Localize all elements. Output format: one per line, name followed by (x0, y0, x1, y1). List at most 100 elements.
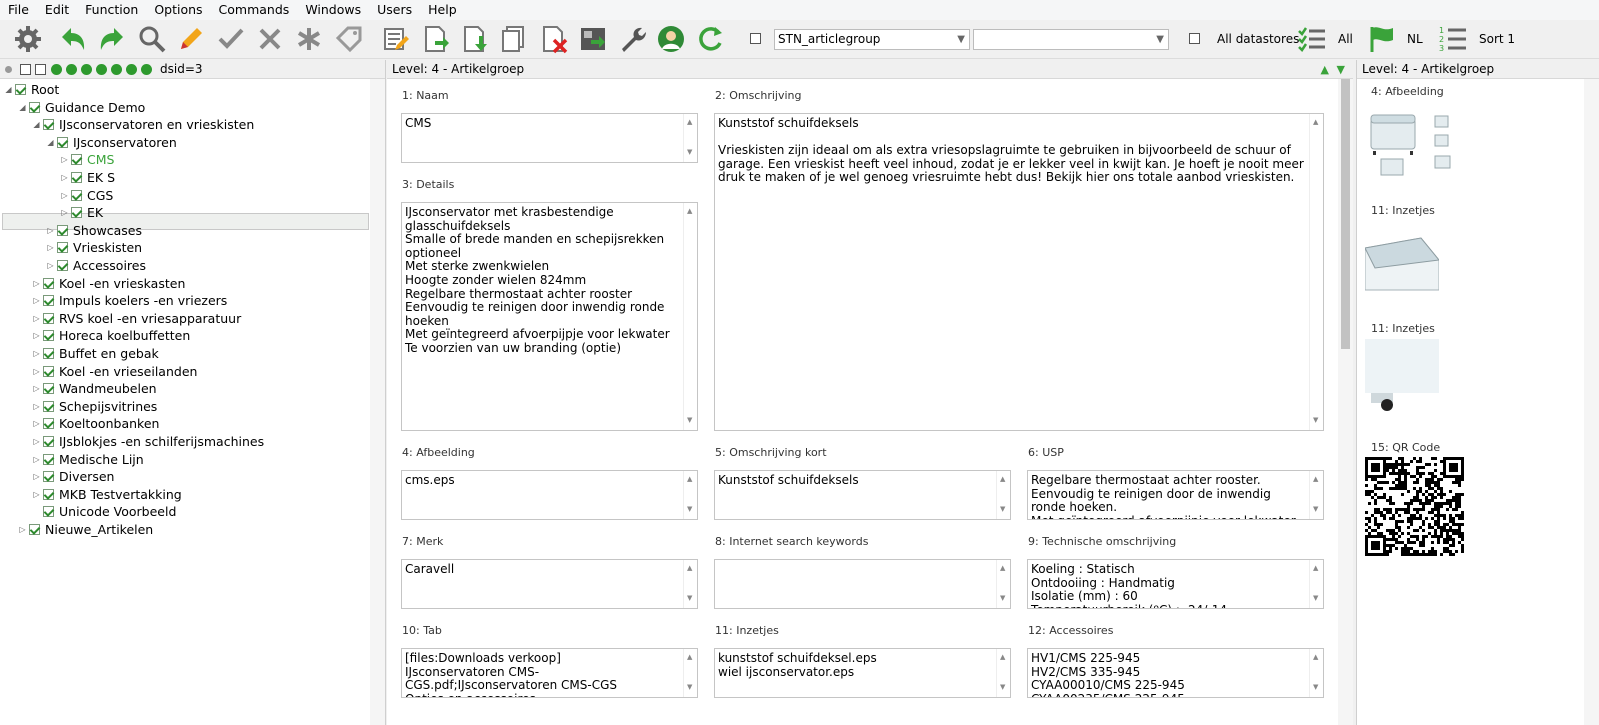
tree-node-schepijsvitrines[interactable]: ▷ Schepijsvitrines (32, 398, 157, 415)
details-field[interactable]: IJsconservator met krasbestendige glassc… (401, 202, 698, 431)
settings-gear-icon[interactable] (12, 23, 44, 55)
expand-arrow-icon[interactable]: ▷ (32, 349, 41, 358)
expand-arrow-icon[interactable]: ▷ (46, 261, 55, 270)
collapse-arrow-icon[interactable]: ◢ (32, 120, 41, 129)
user-avatar-icon[interactable] (655, 23, 687, 55)
tree-checkbox[interactable] (43, 418, 54, 430)
tree-checkbox[interactable] (71, 154, 82, 166)
collapse-arrow-icon[interactable]: ◢ (4, 85, 13, 94)
language-flag-icon[interactable] (1366, 23, 1398, 55)
tree-scrollbar[interactable] (370, 79, 385, 725)
tree-checkbox[interactable] (43, 436, 54, 447)
toolbar-checkbox[interactable] (750, 33, 761, 44)
tree-node-buffet-en-gebak[interactable]: ▷ Buffet en gebak (32, 345, 158, 362)
next-icon[interactable] (141, 64, 152, 75)
tree-node-ek-s[interactable]: ▷ EK S (60, 169, 115, 186)
insert-document-icon[interactable] (459, 23, 491, 55)
tree-node-ijsconservatoren[interactable]: ◢ IJsconservatoren (46, 134, 176, 151)
edit-list-icon[interactable] (380, 23, 412, 55)
help-icon[interactable] (66, 64, 77, 75)
tree-checkbox[interactable] (43, 400, 54, 412)
cancel-x-icon[interactable] (254, 23, 286, 55)
expand-arrow-icon[interactable]: ▷ (32, 402, 41, 411)
menu-function[interactable]: Function (77, 0, 146, 20)
all-datastores-checkbox[interactable] (1189, 33, 1200, 44)
wrench-icon[interactable] (616, 23, 648, 55)
tree-node-koeltoonbanken[interactable]: ▷ Koeltoonbanken (32, 415, 159, 432)
next-record-icon[interactable]: ▼ (1337, 60, 1345, 79)
expand-arrow-icon[interactable]: ▷ (32, 331, 41, 340)
tree-node-ijsconservatoren-en-vrieskisten[interactable]: ◢ IJsconservatoren en vrieskisten (32, 116, 254, 133)
field-scrollbar[interactable] (1309, 114, 1323, 430)
accessoires-field[interactable]: HV1/CMS 225-945 HV2/CMS 335-945 CYAA0001… (1027, 648, 1324, 698)
previous-record-icon[interactable]: ▲ (1321, 60, 1329, 79)
afbeelding-field[interactable]: cms.eps (401, 470, 698, 520)
tree-checkbox[interactable] (43, 295, 54, 307)
tree-node-rvs-koel[interactable]: ▷ RVS koel -en vriesapparatuur (32, 310, 241, 327)
delete-document-icon[interactable] (538, 23, 570, 55)
secondary-select[interactable]: ▼ (973, 29, 1169, 50)
collapse-arrow-icon[interactable]: ◢ (18, 103, 27, 112)
field-scrollbar[interactable] (683, 114, 697, 162)
expand-arrow-icon[interactable]: ▷ (60, 208, 69, 217)
tree-node-nieuwe-artikelen[interactable]: ▷ Nieuwe_Artikelen (18, 521, 153, 538)
field-scrollbar[interactable] (683, 649, 697, 697)
sort-list-icon[interactable]: 123 (1437, 23, 1469, 55)
menu-help[interactable]: Help (420, 0, 465, 20)
tree-checkbox[interactable] (43, 312, 54, 324)
field-scrollbar[interactable] (996, 560, 1010, 608)
tree-checkbox[interactable] (29, 101, 40, 113)
info-icon[interactable] (51, 64, 62, 75)
inzetjes-image-1[interactable] (1364, 220, 1440, 318)
check-all-checkbox[interactable] (20, 64, 31, 75)
tree-checkbox[interactable] (43, 277, 54, 289)
menu-options[interactable]: Options (146, 0, 210, 20)
form-scrollbar[interactable] (1338, 79, 1353, 725)
naam-field[interactable]: CMS (401, 113, 698, 163)
tab-field[interactable]: [files:Downloads verkoop] IJsconservator… (401, 648, 698, 698)
tree-node-koel-en-vrieseilanden[interactable]: ▷ Koel -en vrieseilanden (32, 363, 197, 380)
field-scrollbar[interactable] (996, 471, 1010, 519)
tree-checkbox[interactable] (43, 488, 54, 500)
field-scrollbar[interactable] (1309, 471, 1323, 519)
omschrijving-kort-field[interactable]: Kunststof schuifdeksels (714, 470, 1011, 520)
tree-node-diversen[interactable]: ▷ Diversen (32, 468, 114, 485)
tag-label-icon[interactable] (333, 23, 365, 55)
tree-node-cms[interactable]: ▷ CMS (60, 151, 114, 168)
uncheck-all-checkbox[interactable] (35, 64, 46, 75)
field-scrollbar[interactable] (683, 471, 697, 519)
all-filter-label[interactable]: All (1338, 32, 1353, 46)
tree-checkbox[interactable] (43, 383, 54, 395)
tree-node-medische-lijn[interactable]: ▷ Medische Lijn (32, 451, 143, 468)
expand-arrow-icon[interactable]: ▷ (60, 155, 69, 164)
tree-checkbox[interactable] (43, 506, 54, 518)
expand-arrow-icon[interactable]: ▷ (32, 314, 41, 323)
field-scrollbar[interactable] (996, 649, 1010, 697)
expand-arrow-icon[interactable]: ▷ (32, 490, 41, 499)
expand-arrow-icon[interactable]: ▷ (32, 279, 41, 288)
field-scrollbar[interactable] (683, 560, 697, 608)
form-scrollbar-thumb[interactable] (1341, 79, 1350, 349)
expand-arrow-icon[interactable]: ▷ (32, 455, 41, 464)
tree-checkbox[interactable] (29, 524, 40, 535)
keywords-field[interactable] (714, 559, 1011, 609)
omschrijving-field[interactable]: Kunststof schuifdeksels Vrieskisten zijn… (714, 113, 1324, 431)
tree-checkbox[interactable] (57, 224, 68, 236)
tree-node-showcases[interactable]: ▷ Showcases (46, 222, 142, 239)
tree-node-mkb-testvertakking[interactable]: ▷ MKB Testvertakking (32, 486, 181, 503)
usp-field[interactable]: Regelbare thermostaat achter rooster. Ee… (1027, 470, 1324, 520)
menu-edit[interactable]: Edit (37, 0, 77, 20)
tree-checkbox[interactable] (43, 471, 54, 483)
tree-node-impuls-koelers[interactable]: ▷ Impuls koelers -en vriezers (32, 292, 227, 309)
tree-checkbox[interactable] (43, 330, 54, 342)
expand-arrow-icon[interactable]: ▷ (46, 226, 55, 235)
tree-checkbox[interactable] (71, 172, 82, 183)
undo-arrow-icon[interactable] (57, 23, 89, 55)
refresh-icon[interactable] (694, 23, 726, 55)
redo-arrow-icon[interactable] (96, 23, 128, 55)
tree-node-unicode-voorbeeld[interactable]: Unicode Voorbeeld (32, 503, 176, 520)
tree-node-vrieskisten[interactable]: ▷ Vrieskisten (46, 239, 142, 256)
tree-node-ijsblokjes[interactable]: ▷ IJsblokjes -en schilferijsmachines (32, 433, 264, 450)
add-document-icon[interactable] (420, 23, 452, 55)
tree-node-horeca-koelbuffetten[interactable]: ▷ Horeca koelbuffetten (32, 327, 190, 344)
